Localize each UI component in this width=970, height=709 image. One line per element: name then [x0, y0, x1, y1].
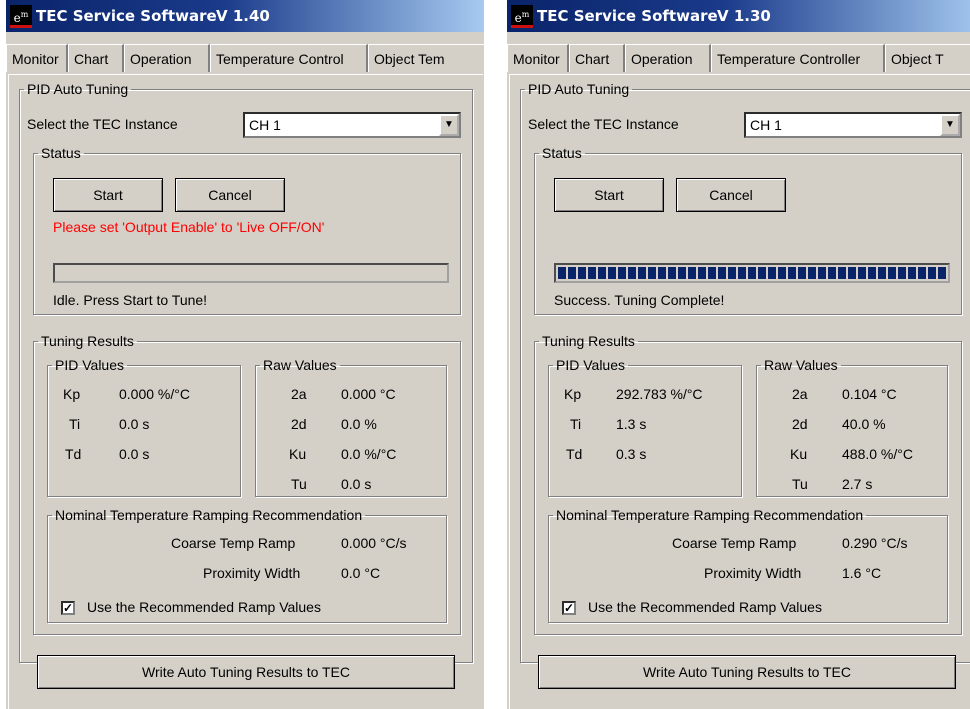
write-results-button[interactable]: Write Auto Tuning Results to TEC	[538, 655, 956, 689]
use-recommended-checkbox[interactable]: ✓	[61, 601, 75, 615]
2a-value: 0.000 °C	[341, 386, 396, 402]
chevron-down-icon[interactable]: ▼	[439, 114, 459, 136]
ti-value: 1.3 s	[616, 416, 647, 432]
pid-auto-tuning-legend: PID Auto Tuning	[27, 81, 129, 97]
td-value: 0.0 s	[119, 446, 150, 462]
tu-label: Tu	[792, 476, 808, 492]
status-legend: Status	[41, 145, 81, 161]
proximity-width-label: Proximity Width	[203, 565, 301, 581]
pid-auto-tuning-legend: PID Auto Tuning	[528, 81, 630, 97]
title-bar[interactable]: em TEC Service Software V 1.30	[507, 0, 970, 32]
2d-label: 2d	[792, 416, 808, 432]
tuning-results-legend: Tuning Results	[542, 333, 635, 349]
tab-monitor[interactable]: Monitor	[507, 44, 569, 72]
cancel-button[interactable]: Cancel	[175, 178, 285, 212]
2a-value: 0.104 °C	[842, 386, 897, 402]
coarse-temp-ramp-value: 0.290 °C/s	[842, 535, 908, 551]
2d-value: 40.0 %	[842, 416, 886, 432]
instance-select-value: CH 1	[249, 117, 281, 133]
ti-label: Ti	[69, 416, 81, 432]
kp-label: Kp	[564, 386, 582, 402]
tab-object-temperature[interactable]: Object Tem	[368, 44, 484, 72]
write-results-button[interactable]: Write Auto Tuning Results to TEC	[37, 655, 455, 689]
output-enable-warning: Please set 'Output Enable' to 'Live OFF/…	[53, 219, 325, 235]
pid-values-legend: PID Values	[556, 357, 625, 373]
use-recommended-label[interactable]: Use the Recommended Ramp Values	[87, 599, 321, 615]
2d-value: 0.0 %	[341, 416, 377, 432]
start-button[interactable]: Start	[53, 178, 163, 212]
tu-value: 2.7 s	[842, 476, 873, 492]
operation-pane: PID Auto Tuning Select the TEC Instance …	[8, 74, 483, 709]
start-button[interactable]: Start	[554, 178, 664, 212]
status-group: Status	[534, 145, 962, 315]
td-label: Td	[65, 446, 82, 462]
window-v130: em TEC Service Software V 1.30 Monitor C…	[507, 0, 970, 709]
kp-value: 292.783 %/°C	[616, 386, 703, 402]
status-legend: Status	[542, 145, 582, 161]
tuning-progress-bar	[53, 263, 449, 283]
coarse-temp-ramp-label: Coarse Temp Ramp	[171, 535, 296, 551]
select-instance-label: Select the TEC Instance	[528, 116, 679, 132]
proximity-width-label: Proximity Width	[704, 565, 802, 581]
status-message: Idle. Press Start to Tune!	[53, 292, 208, 308]
raw-values-legend: Raw Values	[263, 357, 337, 373]
tab-temperature-control[interactable]: Temperature Control	[210, 44, 368, 72]
2a-label: 2a	[291, 386, 307, 402]
2d-label: 2d	[291, 416, 307, 432]
instance-select-value: CH 1	[750, 117, 782, 133]
status-message: Success. Tuning Complete!	[554, 292, 725, 308]
progress-fill	[558, 267, 946, 279]
tu-value: 0.0 s	[341, 476, 372, 492]
tab-operation[interactable]: Operation	[124, 44, 210, 72]
raw-values-legend: Raw Values	[764, 357, 838, 373]
ti-value: 0.0 s	[119, 416, 150, 432]
kp-value: 0.000 %/°C	[119, 386, 190, 402]
ramp-recommendation-legend: Nominal Temperature Ramping Recommendati…	[556, 507, 864, 523]
td-label: Td	[566, 446, 583, 462]
title-bar[interactable]: em TEC Service Software V 1.40	[6, 0, 484, 32]
use-recommended-label[interactable]: Use the Recommended Ramp Values	[588, 599, 822, 615]
window-v140: em TEC Service Software V 1.40 Monitor C…	[6, 0, 484, 709]
tab-chart[interactable]: Chart	[569, 44, 625, 72]
window-title: TEC Service Software	[36, 7, 217, 25]
tu-label: Tu	[291, 476, 307, 492]
proximity-width-value: 0.0 °C	[341, 565, 381, 581]
td-value: 0.3 s	[616, 446, 647, 462]
tab-operation[interactable]: Operation	[625, 44, 711, 72]
kp-label: Kp	[63, 386, 81, 402]
ramp-recommendation-legend: Nominal Temperature Ramping Recommendati…	[55, 507, 363, 523]
ku-value: 488.0 %/°C	[842, 446, 913, 462]
tab-chart[interactable]: Chart	[68, 44, 124, 72]
instance-select[interactable]: CH 1 ▼	[744, 112, 962, 138]
ti-label: Ti	[570, 416, 582, 432]
version-label: V 1.40	[216, 7, 270, 25]
select-instance-label: Select the TEC Instance	[27, 116, 178, 132]
tuning-progress-bar	[554, 263, 950, 283]
tab-object-temperature[interactable]: Object T	[885, 44, 970, 72]
tab-monitor[interactable]: Monitor	[6, 44, 68, 72]
pid-values-legend: PID Values	[55, 357, 124, 373]
ku-label: Ku	[790, 446, 808, 462]
cancel-button[interactable]: Cancel	[676, 178, 786, 212]
version-label: V 1.30	[717, 7, 771, 25]
ku-label: Ku	[289, 446, 307, 462]
coarse-temp-ramp-label: Coarse Temp Ramp	[672, 535, 797, 551]
app-logo-icon: em	[10, 5, 32, 28]
app-logo-icon: em	[511, 5, 533, 28]
proximity-width-value: 1.6 °C	[842, 565, 882, 581]
use-recommended-checkbox[interactable]: ✓	[562, 601, 576, 615]
instance-select[interactable]: CH 1 ▼	[243, 112, 461, 138]
tuning-results-legend: Tuning Results	[41, 333, 134, 349]
operation-pane: PID Auto Tuning Select the TEC Instance …	[509, 74, 970, 709]
coarse-temp-ramp-value: 0.000 °C/s	[341, 535, 407, 551]
ku-value: 0.0 %/°C	[341, 446, 397, 462]
tab-temperature-controller[interactable]: Temperature Controller	[711, 44, 885, 72]
chevron-down-icon[interactable]: ▼	[940, 114, 960, 136]
window-title: TEC Service Software	[537, 7, 718, 25]
2a-label: 2a	[792, 386, 808, 402]
